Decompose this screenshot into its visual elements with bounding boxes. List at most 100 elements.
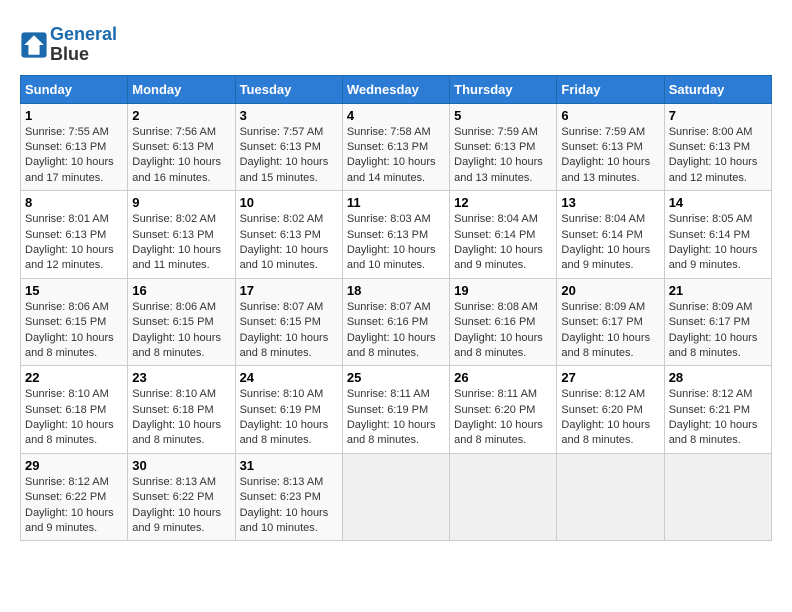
- day-number: 24: [240, 370, 338, 385]
- day-detail: Sunrise: 8:12 AMSunset: 6:21 PMDaylight:…: [669, 388, 758, 446]
- day-detail: Sunrise: 8:04 AMSunset: 6:14 PMDaylight:…: [454, 213, 543, 271]
- day-number: 27: [561, 370, 659, 385]
- day-number: 26: [454, 370, 552, 385]
- logo-icon: [20, 31, 48, 59]
- calendar-cell: 1 Sunrise: 7:55 AMSunset: 6:13 PMDayligh…: [21, 103, 128, 191]
- day-detail: Sunrise: 8:12 AMSunset: 6:20 PMDaylight:…: [561, 388, 650, 446]
- day-number: 10: [240, 195, 338, 210]
- calendar-cell: 11 Sunrise: 8:03 AMSunset: 6:13 PMDaylig…: [342, 191, 449, 279]
- day-number: 7: [669, 108, 767, 123]
- logo: GeneralBlue: [20, 25, 117, 65]
- calendar-cell: 20 Sunrise: 8:09 AMSunset: 6:17 PMDaylig…: [557, 278, 664, 366]
- day-number: 9: [132, 195, 230, 210]
- calendar-cell: [450, 453, 557, 541]
- day-number: 19: [454, 283, 552, 298]
- day-number: 3: [240, 108, 338, 123]
- day-number: 6: [561, 108, 659, 123]
- day-detail: Sunrise: 7:57 AMSunset: 6:13 PMDaylight:…: [240, 126, 329, 184]
- day-number: 12: [454, 195, 552, 210]
- day-number: 5: [454, 108, 552, 123]
- page-header: GeneralBlue: [20, 20, 772, 65]
- column-header-wednesday: Wednesday: [342, 75, 449, 103]
- calendar-cell: 19 Sunrise: 8:08 AMSunset: 6:16 PMDaylig…: [450, 278, 557, 366]
- calendar-body: 1 Sunrise: 7:55 AMSunset: 6:13 PMDayligh…: [21, 103, 772, 541]
- day-number: 15: [25, 283, 123, 298]
- calendar-cell: 10 Sunrise: 8:02 AMSunset: 6:13 PMDaylig…: [235, 191, 342, 279]
- day-number: 22: [25, 370, 123, 385]
- calendar-week-row: 29 Sunrise: 8:12 AMSunset: 6:22 PMDaylig…: [21, 453, 772, 541]
- day-number: 30: [132, 458, 230, 473]
- calendar-cell: 24 Sunrise: 8:10 AMSunset: 6:19 PMDaylig…: [235, 366, 342, 454]
- calendar-week-row: 22 Sunrise: 8:10 AMSunset: 6:18 PMDaylig…: [21, 366, 772, 454]
- calendar-cell: 23 Sunrise: 8:10 AMSunset: 6:18 PMDaylig…: [128, 366, 235, 454]
- day-number: 31: [240, 458, 338, 473]
- day-number: 11: [347, 195, 445, 210]
- calendar-cell: 28 Sunrise: 8:12 AMSunset: 6:21 PMDaylig…: [664, 366, 771, 454]
- day-number: 20: [561, 283, 659, 298]
- day-detail: Sunrise: 8:02 AMSunset: 6:13 PMDaylight:…: [132, 213, 221, 271]
- calendar-cell: 22 Sunrise: 8:10 AMSunset: 6:18 PMDaylig…: [21, 366, 128, 454]
- calendar-cell: 12 Sunrise: 8:04 AMSunset: 6:14 PMDaylig…: [450, 191, 557, 279]
- day-detail: Sunrise: 8:09 AMSunset: 6:17 PMDaylight:…: [669, 301, 758, 359]
- day-detail: Sunrise: 7:59 AMSunset: 6:13 PMDaylight:…: [561, 126, 650, 184]
- calendar-cell: 15 Sunrise: 8:06 AMSunset: 6:15 PMDaylig…: [21, 278, 128, 366]
- day-detail: Sunrise: 8:05 AMSunset: 6:14 PMDaylight:…: [669, 213, 758, 271]
- calendar-cell: 14 Sunrise: 8:05 AMSunset: 6:14 PMDaylig…: [664, 191, 771, 279]
- day-detail: Sunrise: 8:12 AMSunset: 6:22 PMDaylight:…: [25, 476, 114, 534]
- day-detail: Sunrise: 7:59 AMSunset: 6:13 PMDaylight:…: [454, 126, 543, 184]
- day-number: 1: [25, 108, 123, 123]
- day-detail: Sunrise: 8:01 AMSunset: 6:13 PMDaylight:…: [25, 213, 114, 271]
- day-number: 17: [240, 283, 338, 298]
- calendar-cell: 16 Sunrise: 8:06 AMSunset: 6:15 PMDaylig…: [128, 278, 235, 366]
- calendar-cell: 13 Sunrise: 8:04 AMSunset: 6:14 PMDaylig…: [557, 191, 664, 279]
- day-number: 14: [669, 195, 767, 210]
- column-header-thursday: Thursday: [450, 75, 557, 103]
- logo-text: GeneralBlue: [50, 25, 117, 65]
- day-detail: Sunrise: 8:07 AMSunset: 6:15 PMDaylight:…: [240, 301, 329, 359]
- day-number: 2: [132, 108, 230, 123]
- calendar-cell: 7 Sunrise: 8:00 AMSunset: 6:13 PMDayligh…: [664, 103, 771, 191]
- calendar-week-row: 15 Sunrise: 8:06 AMSunset: 6:15 PMDaylig…: [21, 278, 772, 366]
- calendar-cell: 30 Sunrise: 8:13 AMSunset: 6:22 PMDaylig…: [128, 453, 235, 541]
- day-number: 18: [347, 283, 445, 298]
- day-detail: Sunrise: 8:03 AMSunset: 6:13 PMDaylight:…: [347, 213, 436, 271]
- column-header-friday: Friday: [557, 75, 664, 103]
- calendar-cell: 27 Sunrise: 8:12 AMSunset: 6:20 PMDaylig…: [557, 366, 664, 454]
- calendar-cell: 18 Sunrise: 8:07 AMSunset: 6:16 PMDaylig…: [342, 278, 449, 366]
- calendar-cell: 2 Sunrise: 7:56 AMSunset: 6:13 PMDayligh…: [128, 103, 235, 191]
- day-detail: Sunrise: 8:10 AMSunset: 6:18 PMDaylight:…: [25, 388, 114, 446]
- day-number: 21: [669, 283, 767, 298]
- day-detail: Sunrise: 8:11 AMSunset: 6:20 PMDaylight:…: [454, 388, 543, 446]
- column-header-monday: Monday: [128, 75, 235, 103]
- day-detail: Sunrise: 8:02 AMSunset: 6:13 PMDaylight:…: [240, 213, 329, 271]
- day-detail: Sunrise: 7:55 AMSunset: 6:13 PMDaylight:…: [25, 126, 114, 184]
- day-detail: Sunrise: 8:06 AMSunset: 6:15 PMDaylight:…: [25, 301, 114, 359]
- calendar-cell: 5 Sunrise: 7:59 AMSunset: 6:13 PMDayligh…: [450, 103, 557, 191]
- day-detail: Sunrise: 8:10 AMSunset: 6:18 PMDaylight:…: [132, 388, 221, 446]
- calendar-cell: 8 Sunrise: 8:01 AMSunset: 6:13 PMDayligh…: [21, 191, 128, 279]
- calendar-cell: 6 Sunrise: 7:59 AMSunset: 6:13 PMDayligh…: [557, 103, 664, 191]
- calendar-table: SundayMondayTuesdayWednesdayThursdayFrid…: [20, 75, 772, 542]
- calendar-week-row: 8 Sunrise: 8:01 AMSunset: 6:13 PMDayligh…: [21, 191, 772, 279]
- day-detail: Sunrise: 8:07 AMSunset: 6:16 PMDaylight:…: [347, 301, 436, 359]
- calendar-cell: 17 Sunrise: 8:07 AMSunset: 6:15 PMDaylig…: [235, 278, 342, 366]
- day-detail: Sunrise: 8:00 AMSunset: 6:13 PMDaylight:…: [669, 126, 758, 184]
- calendar-cell: 9 Sunrise: 8:02 AMSunset: 6:13 PMDayligh…: [128, 191, 235, 279]
- day-detail: Sunrise: 7:58 AMSunset: 6:13 PMDaylight:…: [347, 126, 436, 184]
- day-number: 4: [347, 108, 445, 123]
- day-detail: Sunrise: 8:08 AMSunset: 6:16 PMDaylight:…: [454, 301, 543, 359]
- calendar-cell: 25 Sunrise: 8:11 AMSunset: 6:19 PMDaylig…: [342, 366, 449, 454]
- calendar-cell: 4 Sunrise: 7:58 AMSunset: 6:13 PMDayligh…: [342, 103, 449, 191]
- day-number: 28: [669, 370, 767, 385]
- calendar-cell: [664, 453, 771, 541]
- day-detail: Sunrise: 8:10 AMSunset: 6:19 PMDaylight:…: [240, 388, 329, 446]
- day-detail: Sunrise: 8:13 AMSunset: 6:23 PMDaylight:…: [240, 476, 329, 534]
- day-detail: Sunrise: 7:56 AMSunset: 6:13 PMDaylight:…: [132, 126, 221, 184]
- day-detail: Sunrise: 8:11 AMSunset: 6:19 PMDaylight:…: [347, 388, 436, 446]
- calendar-cell: 29 Sunrise: 8:12 AMSunset: 6:22 PMDaylig…: [21, 453, 128, 541]
- day-number: 13: [561, 195, 659, 210]
- day-detail: Sunrise: 8:09 AMSunset: 6:17 PMDaylight:…: [561, 301, 650, 359]
- column-header-saturday: Saturday: [664, 75, 771, 103]
- day-detail: Sunrise: 8:06 AMSunset: 6:15 PMDaylight:…: [132, 301, 221, 359]
- calendar-header-row: SundayMondayTuesdayWednesdayThursdayFrid…: [21, 75, 772, 103]
